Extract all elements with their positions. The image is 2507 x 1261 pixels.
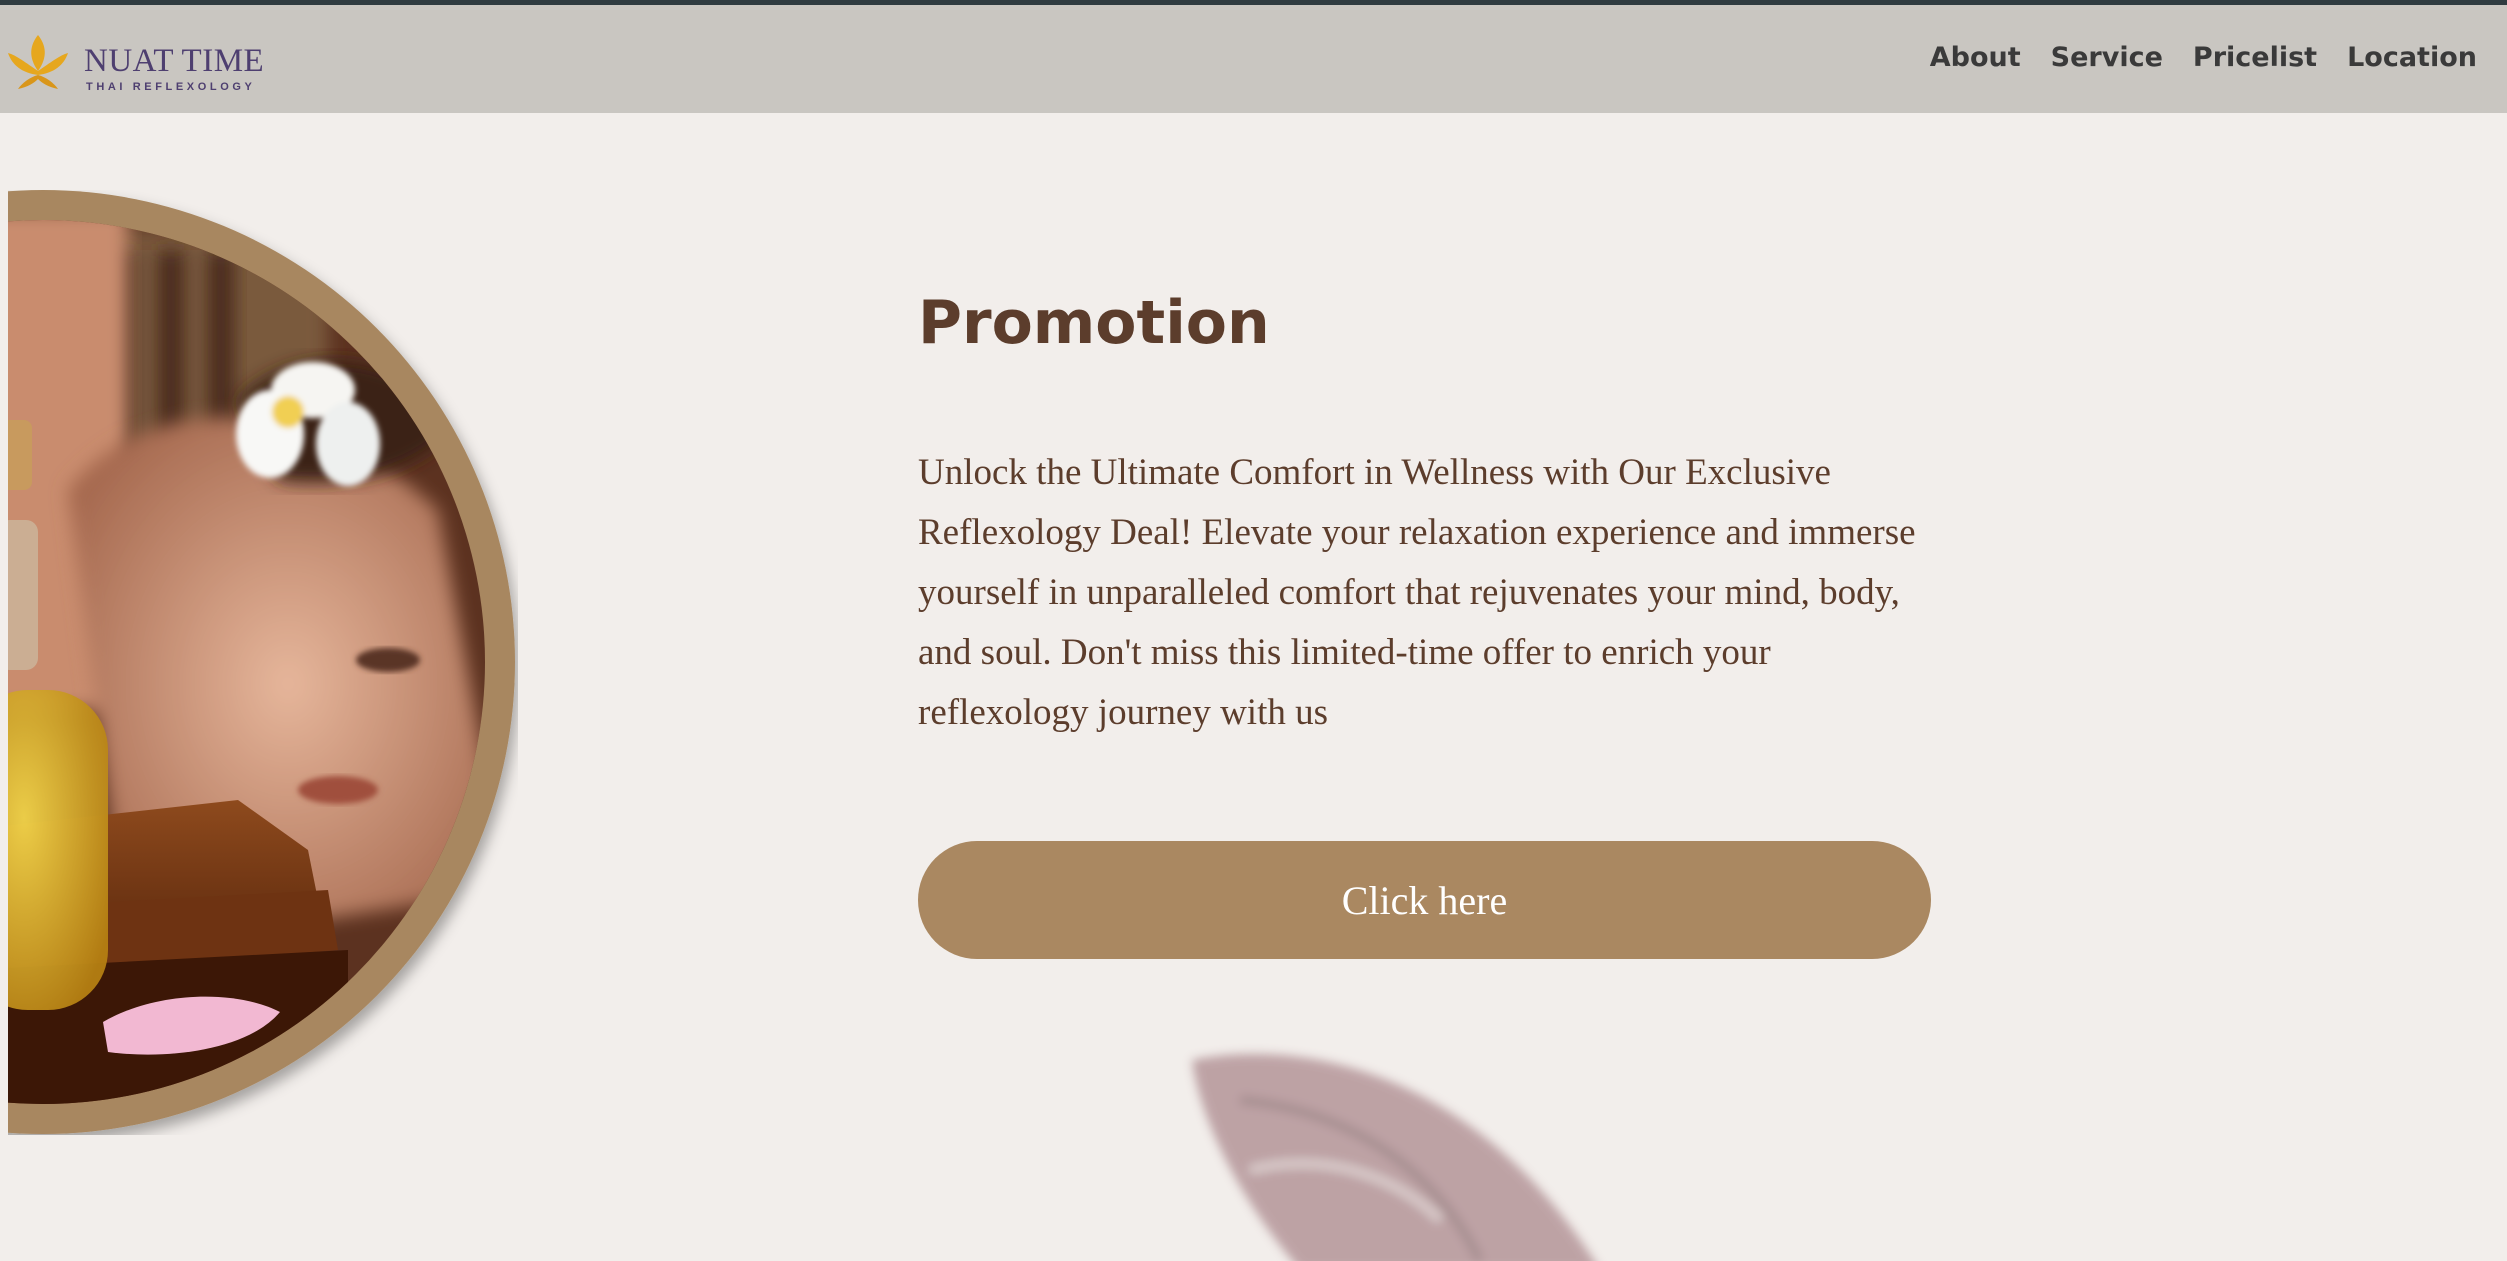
promotion-title: Promotion <box>918 288 1270 358</box>
brand-logo[interactable]: NUAT TIME THAI REFLEXOLOGY <box>6 31 264 93</box>
brand-name: NUAT TIME <box>84 43 265 79</box>
promotion-description: Unlock the Ultimate Comfort in Wellness … <box>918 452 1916 733</box>
nav-link-location[interactable]: Location <box>2347 42 2477 73</box>
nav-link-service[interactable]: Service <box>2051 42 2163 73</box>
lotus-icon <box>8 35 68 89</box>
main-nav: About Service Pricelist Location <box>1930 42 2477 73</box>
nav-link-about[interactable]: About <box>1930 42 2021 73</box>
click-here-button[interactable]: Click here <box>918 841 1931 959</box>
nav-link-pricelist[interactable]: Pricelist <box>2193 42 2317 73</box>
navbar: NUAT TIME THAI REFLEXOLOGY About Service… <box>0 5 2507 113</box>
promotion-section: Promotion Unlock the Ultimate Comfort in… <box>918 282 1933 959</box>
hero-image <box>8 190 518 1135</box>
leaf-decoration <box>1180 1040 1700 1261</box>
brand-tagline: THAI REFLEXOLOGY <box>86 81 256 93</box>
